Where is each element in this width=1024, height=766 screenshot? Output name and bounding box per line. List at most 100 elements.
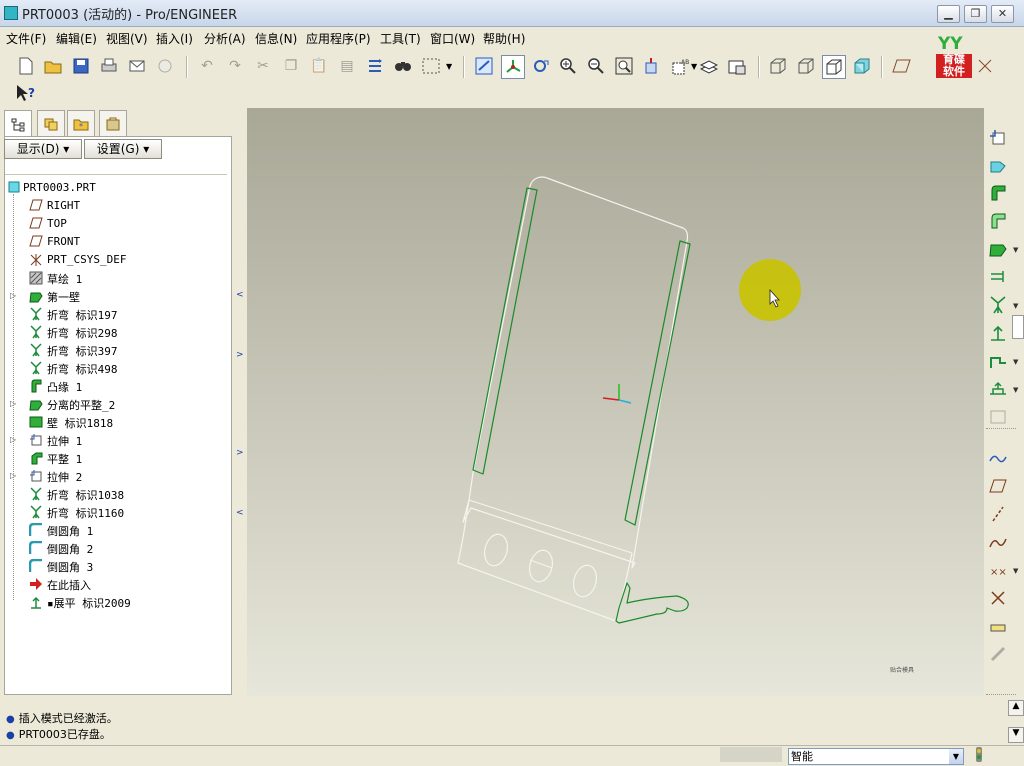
expand-toggle-icon[interactable]: ▷ xyxy=(10,471,17,480)
tree-item[interactable]: 平整 1 xyxy=(4,449,230,467)
panel-splitter[interactable] xyxy=(232,108,244,696)
toolbar-scroll-handle[interactable] xyxy=(1012,315,1024,339)
datum-axis-tool-icon[interactable] xyxy=(986,503,1010,525)
offset-wall-tool-icon[interactable] xyxy=(986,266,1010,288)
csys-tool-icon[interactable] xyxy=(986,587,1010,609)
tree-item[interactable]: ▷ 分离的平整_2 xyxy=(4,395,230,413)
spin-center-icon[interactable] xyxy=(501,55,525,79)
minimize-button[interactable]: ▁ xyxy=(937,5,960,23)
tree-item[interactable]: RIGHT xyxy=(4,197,230,215)
tree-item[interactable]: ▪展平 标识2009 xyxy=(4,593,230,611)
settings-dropdown-button[interactable]: 设置(G) ▾ xyxy=(84,139,162,159)
chevron-down-icon[interactable]: ▼ xyxy=(949,749,963,764)
tool-flyout-chevron-icon[interactable]: ▼ xyxy=(1013,246,1021,254)
edge-bend-tool-icon[interactable] xyxy=(986,350,1010,372)
send-mail-icon[interactable] xyxy=(127,56,147,76)
tool-flyout-chevron-icon[interactable]: ▼ xyxy=(1013,386,1021,394)
open-folder-icon[interactable] xyxy=(43,56,63,76)
paste-icon[interactable]: 📋 xyxy=(309,56,329,76)
selection-box-icon[interactable] xyxy=(421,56,441,76)
message-scroll-down-icon[interactable]: ▼ xyxy=(1008,727,1024,743)
tree-filter-field[interactable] xyxy=(5,160,227,175)
tree-item[interactable]: 在此插入 xyxy=(4,575,230,593)
revolve-tool-icon[interactable] xyxy=(986,154,1010,176)
form-tool-icon[interactable] xyxy=(986,378,1010,400)
tree-item[interactable]: ▷ 拉伸 1 xyxy=(4,431,230,449)
tree-item[interactable]: 折弯 标识397 xyxy=(4,341,230,359)
flange-tool-icon[interactable] xyxy=(986,210,1010,232)
redraw-icon[interactable] xyxy=(474,56,494,76)
save-icon[interactable] xyxy=(71,56,91,76)
tab-model-tree[interactable] xyxy=(4,110,32,138)
paste-special-icon[interactable]: ▤ xyxy=(337,56,357,76)
datum-curve-tool-icon[interactable] xyxy=(986,447,1010,469)
find-icon[interactable] xyxy=(393,56,413,76)
regenerate-icon[interactable] xyxy=(365,56,385,76)
expand-toggle-icon[interactable]: ▷ xyxy=(10,291,17,300)
tree-item[interactable]: 折弯 标识197 xyxy=(4,305,230,323)
tree-item[interactable]: ▷ 拉伸 2 xyxy=(4,467,230,485)
saved-views-icon[interactable]: AB xyxy=(670,56,690,76)
view-manager-icon[interactable] xyxy=(727,56,747,76)
no-hidden-icon[interactable] xyxy=(822,55,846,79)
menu-tools[interactable]: 工具(T) xyxy=(380,30,421,47)
expand-toggle-icon[interactable]: ▷ xyxy=(10,399,17,408)
send-icon[interactable] xyxy=(155,56,175,76)
datum-plane-tool-icon[interactable] xyxy=(986,475,1010,497)
zoom-out-icon[interactable] xyxy=(586,56,606,76)
cut-icon[interactable]: ✂ xyxy=(253,56,273,76)
disabled-tool-icon[interactable] xyxy=(986,643,1010,665)
datum-plane-display-icon[interactable] xyxy=(892,56,912,76)
selection-dropdown-chevron-icon[interactable]: ▼ xyxy=(446,62,452,71)
tree-item[interactable]: 折弯 标识498 xyxy=(4,359,230,377)
menu-view[interactable]: 视图(V) xyxy=(106,30,148,47)
zoom-in-icon[interactable] xyxy=(558,56,578,76)
tree-item[interactable]: 折弯 标识1038 xyxy=(4,485,230,503)
menu-analysis[interactable]: 分析(A) xyxy=(204,30,246,47)
tab-layers[interactable] xyxy=(37,110,65,136)
extrude-tool-icon[interactable] xyxy=(986,126,1010,148)
whats-this-icon[interactable]: ? xyxy=(14,83,38,103)
message-scroll-up-icon[interactable]: ▲ xyxy=(1008,700,1024,716)
refit-icon[interactable] xyxy=(614,56,634,76)
tree-item[interactable]: 草绘 1 xyxy=(4,269,230,287)
menu-insert[interactable]: 插入(I) xyxy=(156,30,193,47)
menu-edit[interactable]: 编辑(E) xyxy=(56,30,97,47)
unbend-tool-icon[interactable] xyxy=(986,322,1010,344)
tree-item[interactable]: TOP xyxy=(4,215,230,233)
flatten-tool-icon[interactable] xyxy=(986,406,1010,428)
splitter-collapse-icon[interactable]: < xyxy=(236,290,244,300)
tree-item[interactable]: 倒圆角 3 xyxy=(4,557,230,575)
sketch-curve-tool-icon[interactable] xyxy=(986,531,1010,553)
undo-icon[interactable]: ↶ xyxy=(197,56,217,76)
tree-item[interactable]: ▷ 第一壁 xyxy=(4,287,230,305)
splitter-collapse-icon[interactable]: < xyxy=(236,508,244,518)
hidden-line-icon[interactable] xyxy=(796,56,816,76)
expand-toggle-icon[interactable]: ▷ xyxy=(10,435,17,444)
menu-file[interactable]: 文件(F) xyxy=(6,30,46,47)
tab-favorites[interactable] xyxy=(99,110,127,136)
redo-icon[interactable]: ↷ xyxy=(225,56,245,76)
tree-item[interactable]: PRT_CSYS_DEF xyxy=(4,251,230,269)
print-icon[interactable] xyxy=(99,56,119,76)
tree-item[interactable]: 折弯 标识298 xyxy=(4,323,230,341)
saved-views-chevron-icon[interactable]: ▼ xyxy=(691,62,697,71)
tool-flyout-chevron-icon[interactable]: ▼ xyxy=(1013,567,1021,575)
selection-filter-select[interactable]: 智能 ▼ xyxy=(788,748,964,765)
maximize-button[interactable]: ❐ xyxy=(964,5,987,23)
close-button[interactable]: ✕ xyxy=(991,5,1014,23)
traffic-light-icon[interactable] xyxy=(972,746,986,763)
datum-point-tool-icon[interactable]: ××× xyxy=(986,559,1010,581)
menu-applications[interactable]: 应用程序(P) xyxy=(306,30,371,47)
analysis-tool-icon[interactable] xyxy=(986,615,1010,637)
wall-tool-icon[interactable] xyxy=(986,182,1010,204)
tool-flyout-chevron-icon[interactable]: ▼ xyxy=(1013,358,1021,366)
shading-icon[interactable] xyxy=(852,56,872,76)
display-dropdown-button[interactable]: 显示(D) ▾ xyxy=(4,139,82,159)
tree-item[interactable]: 折弯 标识1160 xyxy=(4,503,230,521)
menu-info[interactable]: 信息(N) xyxy=(255,30,297,47)
orient-mode-icon[interactable] xyxy=(531,56,551,76)
flat-wall-tool-icon[interactable] xyxy=(986,238,1010,260)
tab-folder-browser[interactable]: * xyxy=(67,110,95,136)
bend-tool-icon[interactable] xyxy=(986,294,1010,316)
